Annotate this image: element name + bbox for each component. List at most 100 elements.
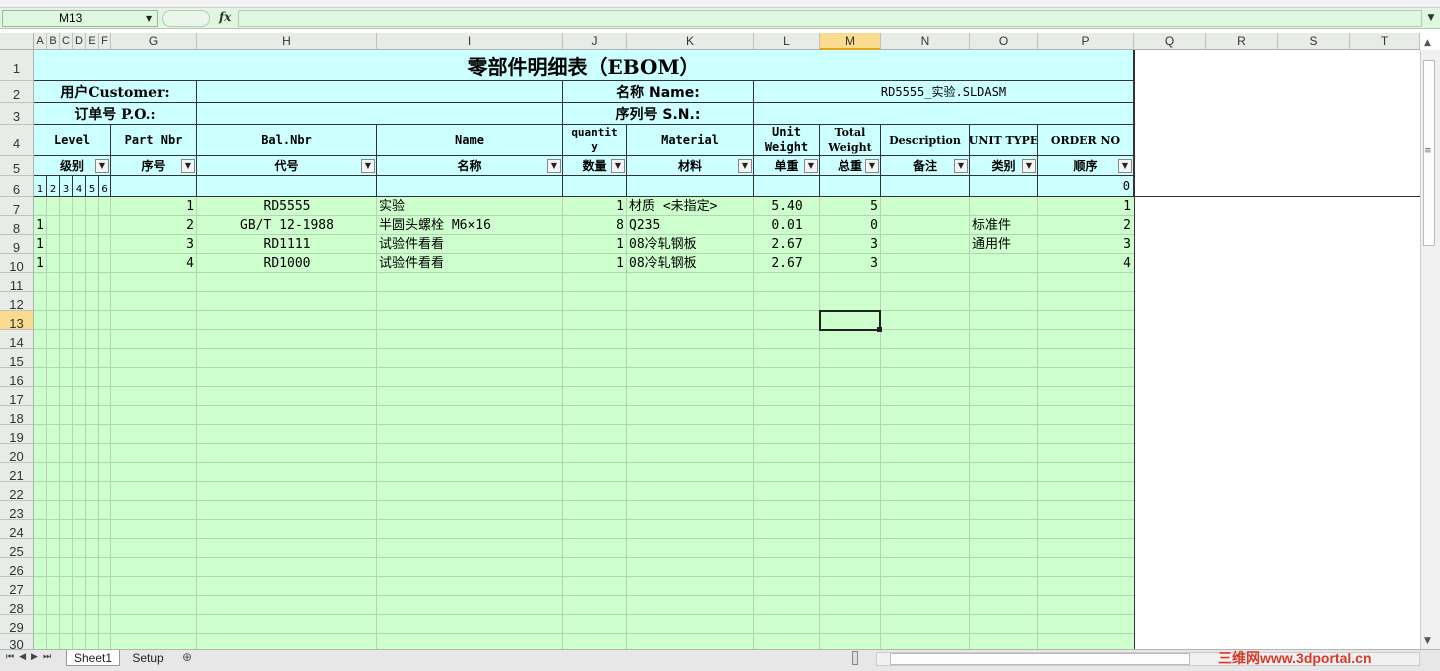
cell-level[interactable]: 1: [34, 216, 111, 235]
row-header-25[interactable]: 25: [0, 539, 34, 559]
fill-handle[interactable]: [877, 327, 882, 332]
row-header-5[interactable]: 5: [0, 156, 34, 176]
cell-level[interactable]: 1: [34, 235, 111, 254]
row-header-4[interactable]: 4: [0, 125, 34, 156]
filter-dropdown-icon[interactable]: ▼: [547, 159, 561, 173]
row6-unitweight[interactable]: [754, 176, 820, 197]
cell-part-nbr[interactable]: 2: [111, 216, 197, 235]
column-header-a[interactable]: A: [34, 33, 47, 50]
row-header-11[interactable]: 11: [0, 273, 34, 293]
row-header-28[interactable]: 28: [0, 596, 34, 616]
filter-dropdown-icon[interactable]: ▼: [181, 159, 195, 173]
row-header-2[interactable]: 2: [0, 81, 34, 103]
filter-dropdown-icon[interactable]: ▼: [738, 159, 752, 173]
cell-unit-type[interactable]: 通用件: [970, 235, 1038, 254]
cell-name[interactable]: 半圆头螺栓 M6×16: [377, 216, 563, 235]
row-header-19[interactable]: 19: [0, 425, 34, 445]
row6-material[interactable]: [627, 176, 754, 197]
row-header-13[interactable]: 13: [0, 311, 34, 331]
filter-dropdown-icon[interactable]: ▼: [804, 159, 818, 173]
cell-material[interactable]: Q235: [627, 216, 754, 235]
cell-bal-nbr[interactable]: RD5555: [197, 197, 377, 216]
cell-part-nbr[interactable]: 4: [111, 254, 197, 273]
fx-icon[interactable]: fx: [219, 10, 231, 24]
cell-qty[interactable]: 1: [563, 235, 627, 254]
cell-order[interactable]: 4: [1038, 254, 1134, 273]
cell-qty[interactable]: 1: [563, 254, 627, 273]
row-header-8[interactable]: 8: [0, 216, 34, 236]
tab-split-handle[interactable]: [852, 651, 858, 665]
cell-unit-type[interactable]: 标准件: [970, 216, 1038, 235]
row-header-27[interactable]: 27: [0, 577, 34, 597]
cell-bal-nbr[interactable]: RD1111: [197, 235, 377, 254]
row-header-16[interactable]: 16: [0, 368, 34, 388]
sheet-nav-icons[interactable]: ⏮◀▶⏭: [6, 652, 56, 662]
row-header-30[interactable]: 30: [0, 634, 34, 652]
cell-qty[interactable]: 8: [563, 216, 627, 235]
filter-dropdown-icon[interactable]: ▼: [95, 159, 109, 173]
cell-bal-nbr[interactable]: GB/T 12-1988: [197, 216, 377, 235]
cell-description[interactable]: [881, 197, 970, 216]
formula-input[interactable]: [238, 10, 1422, 27]
row6-order[interactable]: 0: [1038, 176, 1134, 197]
chevron-down-icon[interactable]: ▼: [146, 14, 152, 23]
name-value[interactable]: RD5555_实验.SLDASM: [754, 81, 1134, 103]
cell-order[interactable]: 1: [1038, 197, 1134, 216]
row6-totalweight[interactable]: [820, 176, 881, 197]
cell-total-weight[interactable]: 0: [820, 216, 881, 235]
tab-setup[interactable]: Setup: [124, 650, 172, 666]
cell-name[interactable]: 实验: [377, 197, 563, 216]
row-header-12[interactable]: 12: [0, 292, 34, 312]
row-header-21[interactable]: 21: [0, 463, 34, 483]
column-header-f[interactable]: F: [99, 33, 111, 50]
column-header-g[interactable]: G: [111, 33, 197, 50]
cell-level[interactable]: 1: [34, 254, 111, 273]
row-header-6[interactable]: 6: [0, 176, 34, 197]
filter-dropdown-icon[interactable]: ▼: [611, 159, 625, 173]
scroll-down-icon[interactable]: ▼: [1424, 636, 1431, 646]
column-header-e[interactable]: E: [86, 33, 99, 50]
row-header-29[interactable]: 29: [0, 615, 34, 635]
column-header-b[interactable]: B: [47, 33, 60, 50]
column-header-o[interactable]: O: [970, 33, 1038, 50]
horizontal-scroll-thumb[interactable]: [890, 653, 1190, 665]
expand-formula-icon[interactable]: ▼: [1424, 10, 1438, 27]
cell-bal-nbr[interactable]: RD1000: [197, 254, 377, 273]
row-header-14[interactable]: 14: [0, 330, 34, 350]
cell-unit-weight[interactable]: 2.67: [754, 235, 820, 254]
cell-description[interactable]: [881, 254, 970, 273]
cell-unit-weight[interactable]: 5.40: [754, 197, 820, 216]
cell-total-weight[interactable]: 3: [820, 254, 881, 273]
cell-material[interactable]: 08冷轧钢板: [627, 235, 754, 254]
row-header-22[interactable]: 22: [0, 482, 34, 502]
row6-partnbr[interactable]: [111, 176, 197, 197]
row-header-7[interactable]: 7: [0, 197, 34, 217]
cell-description[interactable]: [881, 235, 970, 254]
cell-qty[interactable]: 1: [563, 197, 627, 216]
cell-order[interactable]: 3: [1038, 235, 1134, 254]
active-cell-selection[interactable]: [819, 310, 881, 331]
cell-total-weight[interactable]: 5: [820, 197, 881, 216]
cell-order[interactable]: 2: [1038, 216, 1134, 235]
row-header-3[interactable]: 3: [0, 103, 34, 125]
row-header-9[interactable]: 9: [0, 235, 34, 255]
row6-name[interactable]: [377, 176, 563, 197]
row6-description[interactable]: [881, 176, 970, 197]
select-all-corner[interactable]: [0, 33, 34, 50]
filter-dropdown-icon[interactable]: ▼: [865, 159, 879, 173]
filter-dropdown-icon[interactable]: ▼: [361, 159, 375, 173]
filter-dropdown-icon[interactable]: ▼: [1118, 159, 1132, 173]
column-header-r[interactable]: R: [1206, 33, 1278, 50]
row-header-26[interactable]: 26: [0, 558, 34, 578]
column-header-p[interactable]: P: [1038, 33, 1134, 50]
cell-material[interactable]: 材质 <未指定>: [627, 197, 754, 216]
cell-unit-type[interactable]: [970, 197, 1038, 216]
row-header-23[interactable]: 23: [0, 501, 34, 521]
column-header-j[interactable]: J: [563, 33, 627, 50]
column-header-i[interactable]: I: [377, 33, 563, 50]
scroll-up-icon[interactable]: ▲: [1424, 38, 1431, 48]
name-box[interactable]: M13: [2, 10, 158, 27]
cell-level[interactable]: [34, 197, 111, 216]
row-header-10[interactable]: 10: [0, 254, 34, 274]
column-header-d[interactable]: D: [73, 33, 86, 50]
